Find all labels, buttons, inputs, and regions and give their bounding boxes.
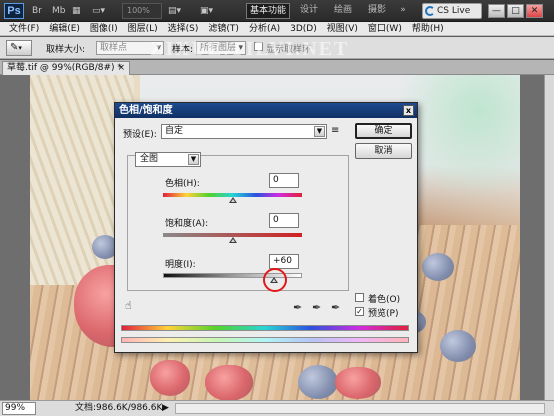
dialog-close-button[interactable]: x	[403, 105, 414, 116]
eyedropper-icon[interactable]: ✒	[293, 301, 302, 314]
show-sampling-ring-checkbox[interactable]	[254, 42, 263, 51]
workspace-more-button[interactable]: »	[396, 3, 410, 19]
sample-size-label: 取样大小:	[46, 45, 86, 55]
hue-slider-handle[interactable]	[229, 197, 237, 203]
lightness-input[interactable]: +60	[269, 254, 299, 269]
status-bar: 99% 文档:986.6K/986.6K ▶	[0, 400, 554, 416]
screen-mode-icon[interactable]: ▭▾	[92, 4, 105, 18]
sample-select[interactable]: 所有图层	[196, 41, 246, 55]
workspace-essentials[interactable]: 基本功能	[246, 3, 290, 19]
arrange-documents-icon[interactable]: ▤▾	[168, 4, 181, 18]
add-to-sample-eyedropper-icon[interactable]: ✒	[312, 301, 321, 314]
hue-saturation-dialog: 色相/饱和度 x 预设(E): 自定 ▼ ≡ 确定 取消 全图 ▼ 色相(H):…	[114, 102, 418, 353]
menu-view[interactable]: 视图(V)	[324, 22, 361, 35]
view-extras-icon[interactable]: ▦	[72, 4, 81, 18]
menu-file[interactable]: 文件(F)	[6, 22, 42, 35]
sample-label: 样本:	[172, 45, 194, 55]
document-size-info: 文档:986.6K/986.6K	[75, 403, 163, 413]
saturation-slider-handle[interactable]	[229, 237, 237, 243]
menu-filter[interactable]: 滤镜(T)	[205, 22, 242, 35]
workspace-design[interactable]: 设计	[294, 3, 324, 19]
bridge-icon[interactable]: Br	[32, 4, 42, 18]
colorize-label: 着色(O)	[368, 295, 401, 305]
cs-live-label: CS Live	[437, 6, 471, 16]
chevron-down-icon: ▼	[314, 126, 325, 137]
close-window-button[interactable]: ✕	[526, 4, 543, 18]
document-tab-title: 草莓.tif @ 99%(RGB/8#) *	[7, 63, 122, 73]
cancel-button[interactable]: 取消	[355, 143, 412, 159]
lightness-label: 明度(I):	[165, 260, 196, 270]
eyedropper-tool-preset[interactable]: ✎▾	[6, 40, 32, 56]
maximize-button[interactable]: □	[507, 4, 524, 18]
chevron-down-icon: ▼	[188, 154, 199, 165]
menu-help[interactable]: 帮助(H)	[409, 22, 447, 35]
document-tab-bar: 草莓.tif @ 99%(RGB/8#) * ×	[0, 60, 554, 75]
mini-bridge-icon[interactable]: Mb	[52, 4, 65, 18]
screen-layout-icon[interactable]: ▣▾	[200, 4, 213, 18]
hue-input[interactable]: 0	[269, 173, 299, 188]
dialog-title-bar[interactable]: 色相/饱和度 x	[115, 103, 417, 118]
hue-label: 色相(H):	[165, 179, 200, 189]
menu-3d[interactable]: 3D(D)	[287, 22, 320, 35]
saturation-input[interactable]: 0	[269, 213, 299, 228]
zoom-input[interactable]: 99%	[2, 402, 36, 415]
options-bar: ✎▾ 取样大小: 取样点 样本: 所有图层 显示取样环	[0, 37, 554, 59]
vertical-scrollbar[interactable]	[544, 75, 554, 400]
menu-bar: 文件(F) 编辑(E) 图像(I) 图层(L) 选择(S) 滤镜(T) 分析(A…	[0, 22, 554, 36]
sample-size-select[interactable]: 取样点	[96, 41, 164, 55]
application-bar: Ps Br Mb ▦ ▭▾ 100% ▤▾ ▣▾ 基本功能 设计 绘画 摄影 »…	[0, 0, 554, 22]
close-tab-icon[interactable]: ×	[117, 62, 125, 75]
preview-label: 预览(P)	[368, 309, 399, 319]
preset-value: 自定	[165, 126, 184, 136]
menu-window[interactable]: 窗口(W)	[365, 22, 405, 35]
colorize-checkbox[interactable]	[355, 293, 364, 302]
status-menu-arrow[interactable]: ▶	[162, 401, 169, 415]
preset-label: 预设(E):	[123, 130, 157, 140]
menu-analysis[interactable]: 分析(A)	[246, 22, 283, 35]
adjustment-group	[127, 155, 349, 291]
output-color-spectrum	[121, 337, 409, 343]
document-tab[interactable]: 草莓.tif @ 99%(RGB/8#) * ×	[2, 61, 130, 75]
horizontal-scrollbar[interactable]	[175, 403, 545, 414]
menu-layer[interactable]: 图层(L)	[125, 22, 161, 35]
input-color-spectrum	[121, 325, 409, 331]
channel-select[interactable]: 全图 ▼	[135, 152, 201, 167]
minimize-button[interactable]: —	[488, 4, 505, 18]
workspace-painting[interactable]: 绘画	[328, 3, 358, 19]
preview-checkbox[interactable]: ✓	[355, 307, 364, 316]
photoshop-logo: Ps	[4, 3, 24, 19]
menu-select[interactable]: 选择(S)	[165, 22, 202, 35]
ok-button[interactable]: 确定	[355, 123, 412, 139]
highlight-circle-annotation	[263, 268, 287, 292]
cs-live-icon	[425, 6, 435, 16]
workspace-photography[interactable]: 摄影	[362, 3, 392, 19]
target-adjustment-hand-icon[interactable]: ☝	[125, 299, 132, 312]
saturation-label: 饱和度(A):	[165, 219, 209, 229]
preset-options-icon[interactable]: ≡	[331, 126, 339, 136]
menu-edit[interactable]: 编辑(E)	[46, 22, 83, 35]
zoom-level-select[interactable]: 100%	[122, 3, 162, 19]
show-sampling-ring-label: 显示取样环	[266, 45, 312, 55]
cs-live-button[interactable]: CS Live	[422, 3, 482, 19]
preset-select[interactable]: 自定 ▼	[161, 124, 327, 139]
dialog-title: 色相/饱和度	[119, 105, 173, 116]
channel-value: 全图	[140, 154, 159, 164]
subtract-from-sample-eyedropper-icon[interactable]: ✒	[331, 301, 340, 314]
chevron-down-icon: ▾	[18, 44, 22, 52]
menu-image[interactable]: 图像(I)	[87, 22, 121, 35]
